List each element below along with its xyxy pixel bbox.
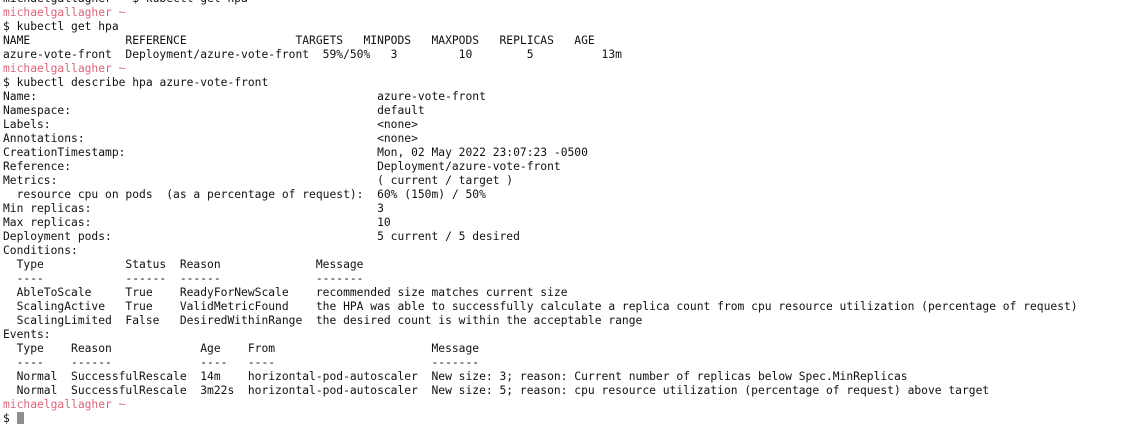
output-line: azure-vote-front Deployment/azure-vote-f…	[3, 48, 622, 61]
output-line: Conditions:	[3, 244, 78, 257]
output-line: Labels: <none>	[3, 118, 418, 131]
output-line: Min replicas: 3	[3, 202, 384, 215]
cursor-block	[16, 412, 24, 424]
output-line: ---- ------ ---- ---- -------	[3, 356, 480, 369]
output-line: NAME REFERENCE TARGETS MINPODS MAXPODS R…	[3, 34, 595, 47]
prompt-dollar: $	[3, 412, 10, 425]
output-line: Normal SuccessfulRescale 14m horizontal-…	[3, 370, 908, 383]
prompt-user-host: michaelgallagher ~	[3, 6, 126, 19]
output-line: Deployment pods: 5 current / 5 desired	[3, 230, 520, 243]
command-text: kubectl describe hpa azure-vote-front	[16, 76, 269, 89]
output-line: Name: azure-vote-front	[3, 90, 486, 103]
command-text: kubectl get hpa	[16, 20, 119, 33]
output-line: Metrics: ( current / target )	[3, 174, 514, 187]
output-line: ---- ------ ------ -------	[3, 272, 364, 285]
output-line: CreationTimestamp: Mon, 02 May 2022 23:0…	[3, 146, 588, 159]
output-line: resource cpu on pods (as a percentage of…	[3, 188, 486, 201]
output-line: Type Status Reason Message	[3, 258, 364, 271]
prompt-user-host: michaelgallagher ~	[3, 62, 126, 75]
output-line: Max replicas: 10	[3, 216, 391, 229]
output-line: Annotations: <none>	[3, 132, 418, 145]
output-line: AbleToScale True ReadyForNewScale recomm…	[3, 286, 568, 299]
terminal-window[interactable]: michaelgallagher ~ $ kubectl get hpamich…	[3, 0, 1131, 426]
prompt-line: michaelgallagher ~	[3, 62, 1131, 76]
output-line: ScalingLimited False DesiredWithinRange …	[3, 314, 643, 327]
prompt-dollar: $	[3, 20, 10, 33]
output-line: Namespace: default	[3, 104, 425, 117]
active-input-line: $	[3, 412, 1131, 426]
prompt-dollar: $	[3, 76, 10, 89]
command-line: $ kubectl get hpa	[3, 20, 1131, 34]
output-line: Type Reason Age From Message	[3, 342, 480, 355]
output-line: Reference: Deployment/azure-vote-front	[3, 160, 561, 173]
prompt-line: michaelgallagher ~	[3, 6, 1131, 20]
output-line: Events:	[3, 328, 51, 341]
output-line: ScalingActive True ValidMetricFound the …	[3, 300, 1078, 313]
prompt-user-host: michaelgallagher ~	[3, 398, 126, 411]
output-line: Normal SuccessfulRescale 3m22s horizonta…	[3, 384, 990, 397]
prompt-line: michaelgallagher ~	[3, 398, 1131, 412]
command-line: $ kubectl describe hpa azure-vote-front	[3, 76, 1131, 90]
